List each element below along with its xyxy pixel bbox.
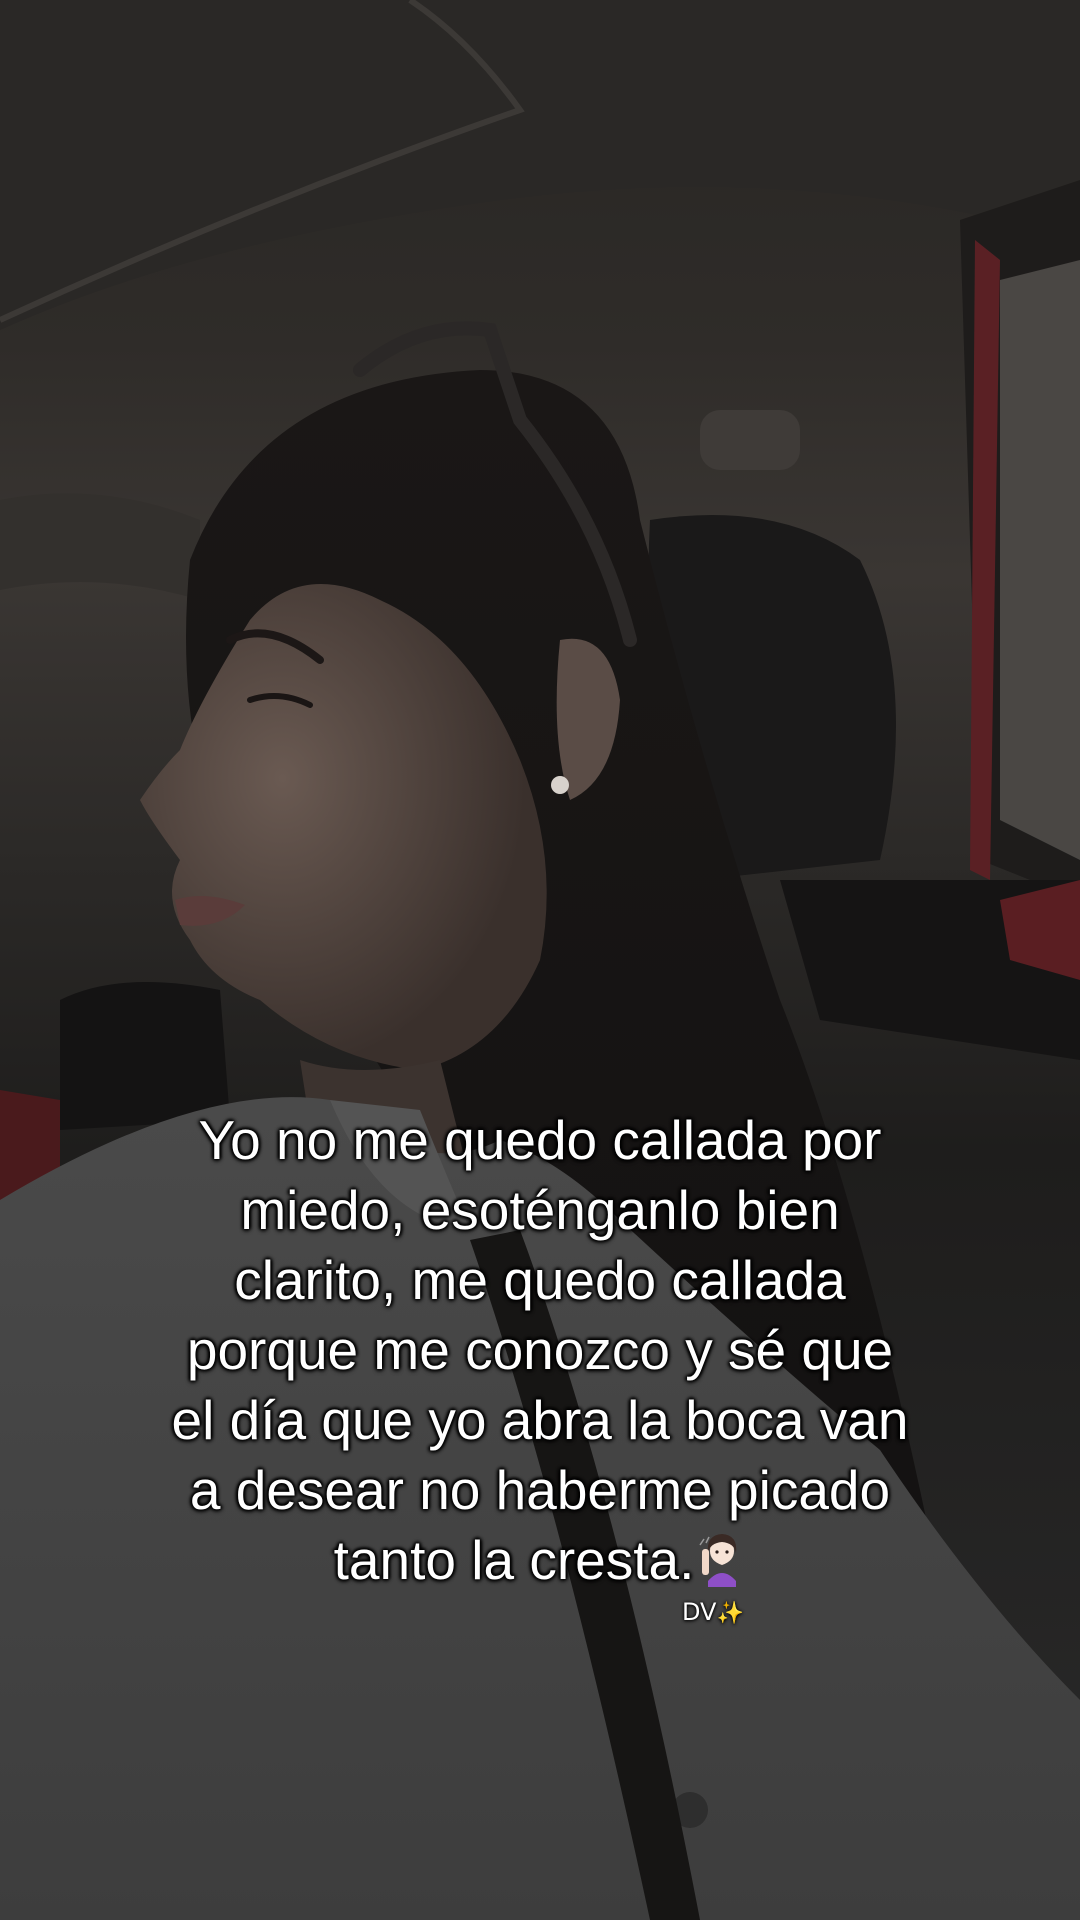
- caption-line-last-text: tanto la cresta.: [333, 1529, 695, 1591]
- caption-line: miedo, esoténganlo bien: [240, 1179, 840, 1241]
- background-photo: [0, 0, 1080, 1920]
- car-ceiling: [0, 0, 1080, 330]
- signature: DV✨: [682, 1598, 744, 1626]
- caption-line: porque me conozco y sé que: [186, 1319, 894, 1381]
- caption-line: el día que yo abra la boca van: [171, 1389, 909, 1451]
- caption-line: clarito, me quedo callada: [234, 1249, 846, 1311]
- earring: [551, 776, 569, 794]
- caption-line: Yo no me quedo callada por: [198, 1109, 882, 1171]
- caption-line: a desear no haberme picado: [189, 1459, 891, 1521]
- signature-text: DV: [682, 1598, 717, 1626]
- shushing-woman-emoji-icon: [699, 1534, 737, 1587]
- video-frame: Yo no me quedo callada por miedo, esotén…: [0, 0, 1080, 1920]
- sparkles-icon: ✨: [716, 1601, 744, 1626]
- window-glass: [1000, 260, 1080, 860]
- caption-line-last: tanto la cresta.: [90, 1525, 990, 1595]
- caption-text: Yo no me quedo callada por miedo, esotén…: [90, 1105, 990, 1595]
- grab-handle: [700, 410, 800, 470]
- side-panel: [0, 493, 200, 600]
